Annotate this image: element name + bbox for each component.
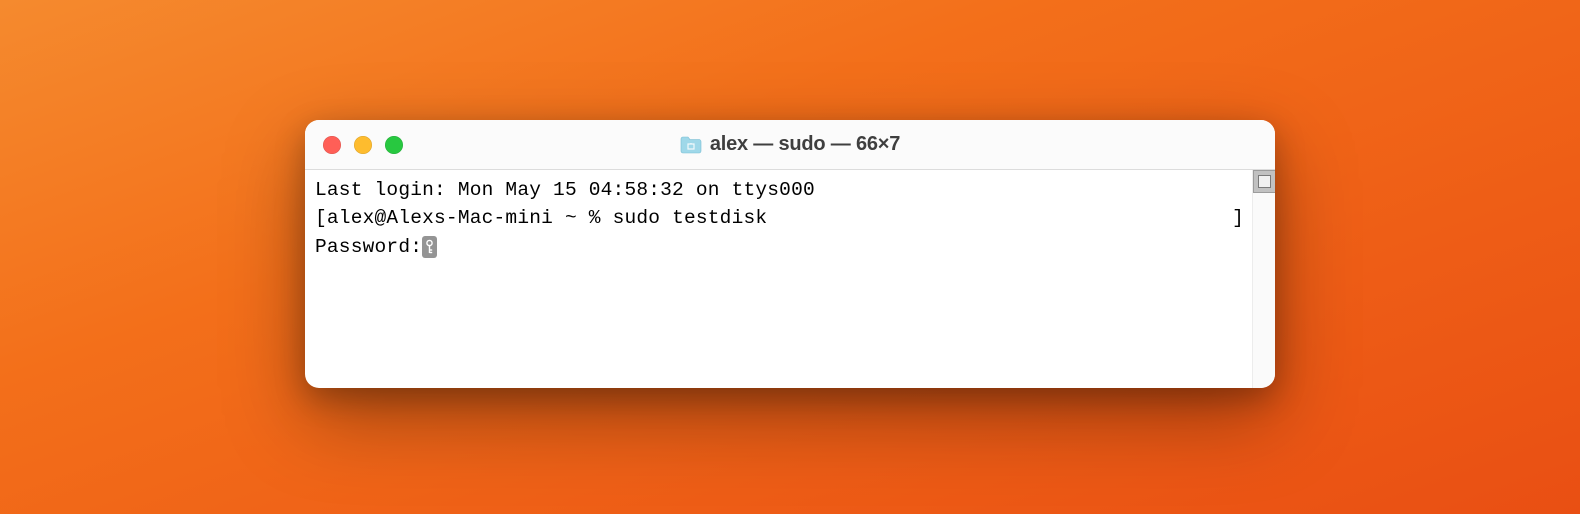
close-button[interactable] [323, 136, 341, 154]
terminal-window: alex — sudo — 66×7 Last login: Mon May 1… [305, 120, 1275, 388]
scrollbar-track[interactable] [1252, 170, 1275, 388]
maximize-button[interactable] [385, 136, 403, 154]
password-line: Password: [315, 233, 1244, 261]
minimize-button[interactable] [354, 136, 372, 154]
window-title: alex — sudo — 66×7 [710, 133, 900, 156]
scrollbar-thumb[interactable] [1253, 170, 1275, 193]
prompt-line: [alex@Alexs-Mac-mini ~ % sudo testdisk] [315, 204, 1244, 232]
prompt-bracket-open: [ [315, 207, 327, 229]
prompt-bracket-close: ] [1232, 204, 1244, 232]
folder-icon [680, 136, 702, 154]
window-controls [323, 136, 403, 154]
window-titlebar[interactable]: alex — sudo — 66×7 [305, 120, 1275, 170]
prompt-host: alex@Alexs-Mac-mini ~ % [327, 207, 613, 229]
terminal-body-wrap: Last login: Mon May 15 04:58:32 on ttys0… [305, 170, 1275, 388]
last-login-line: Last login: Mon May 15 04:58:32 on ttys0… [315, 176, 1244, 204]
scrollbar-thumb-inner [1258, 175, 1271, 188]
password-label: Password: [315, 236, 422, 258]
title-container: alex — sudo — 66×7 [305, 133, 1275, 156]
key-icon [422, 236, 437, 258]
terminal-content[interactable]: Last login: Mon May 15 04:58:32 on ttys0… [305, 170, 1252, 388]
command-text: sudo testdisk [613, 207, 768, 229]
